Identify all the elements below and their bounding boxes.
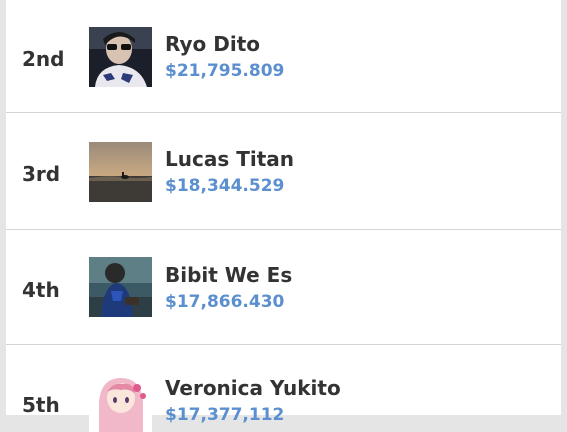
list-item[interactable]: 4th Bibit We Es $17,866.430 [6,230,561,345]
player-amount: $17,377,112 [165,405,285,425]
rank-label: 2nd [22,47,65,71]
player-name: Ryo Dito [165,32,260,56]
list-item[interactable]: 2nd Ryo Dito $21,795.809 [6,0,561,113]
player-name: Lucas Titan [165,147,294,171]
rank-label: 4th [22,278,60,302]
avatar [89,142,152,202]
player-amount: $17,866.430 [165,292,285,312]
avatar [89,257,152,317]
avatar [89,372,152,432]
player-name: Bibit We Es [165,263,293,287]
leaderboard-list: 2nd Ryo Dito $21,795.809 3rd Lucas Titan… [6,0,561,432]
player-amount: $21,795.809 [165,61,285,81]
list-item[interactable]: 3rd Lucas Titan $18,344.529 [6,113,561,230]
list-item[interactable]: 5th Veronica Yukito $17,377,112 [6,345,561,432]
avatar [89,27,152,87]
player-name: Veronica Yukito [165,376,341,400]
rank-label: 3rd [22,162,61,186]
player-amount: $18,344.529 [165,176,285,196]
rank-label: 5th [22,393,60,417]
